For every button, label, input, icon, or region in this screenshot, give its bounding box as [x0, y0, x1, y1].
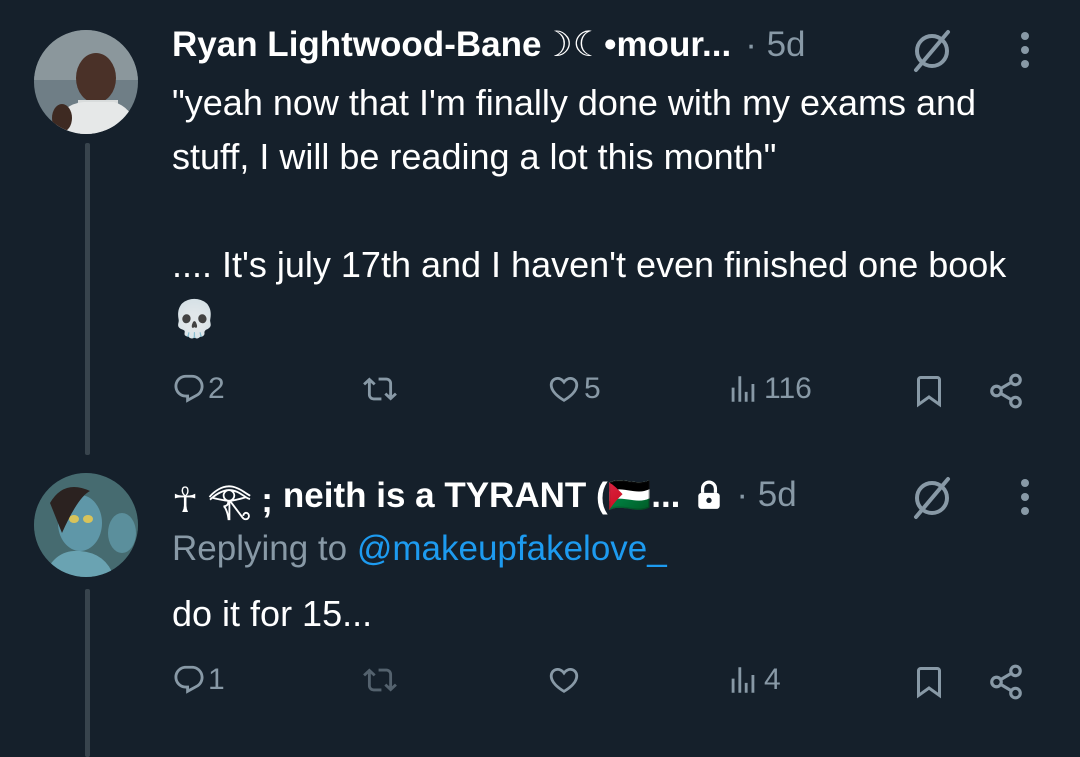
views-button[interactable]: 4 [726, 663, 781, 697]
share-button[interactable] [986, 663, 1026, 701]
action-bar: 1 4 [0, 663, 1080, 713]
replying-label: Replying to [172, 529, 348, 568]
like-icon [549, 376, 579, 402]
share-button[interactable] [986, 372, 1026, 410]
share-icon [990, 664, 1022, 700]
retweet-button[interactable] [360, 663, 400, 697]
timestamp[interactable]: · 5d [745, 25, 805, 65]
like-icon [549, 667, 579, 693]
views-count: 116 [764, 372, 812, 405]
reply-icon [174, 374, 204, 403]
lock-icon [698, 480, 721, 509]
like-button[interactable]: 5 [546, 372, 601, 406]
display-name[interactable]: Ryan Lightwood-Bane☽☾•mour... [172, 25, 731, 65]
replying-to: Replying to @makeupfakelove_ [172, 529, 667, 569]
grok-slash-icon[interactable] [906, 28, 958, 74]
retweet-icon [363, 377, 397, 401]
tweet-header: ☥ 𓂀 ; neith is a TYRANT (🇵🇸... · 5d [172, 475, 797, 520]
views-count: 4 [764, 663, 781, 696]
more-icon[interactable] [1015, 475, 1035, 519]
reply-count: 1 [208, 663, 225, 696]
avatar[interactable] [34, 30, 138, 134]
timestamp[interactable]: · 5d [736, 475, 796, 515]
reply-button[interactable]: 1 [172, 663, 225, 697]
bookmark-icon [917, 667, 941, 699]
tweet[interactable]: ☥ 𓂀 ; neith is a TYRANT (🇵🇸... · 5d Repl… [0, 455, 1080, 757]
retweet-button[interactable] [360, 372, 400, 406]
grok-slash-icon[interactable] [906, 475, 958, 521]
bookmark-button[interactable] [911, 372, 947, 410]
avatar[interactable] [34, 473, 138, 577]
views-icon [731, 376, 755, 402]
like-count: 5 [584, 372, 601, 405]
bookmark-icon [917, 376, 941, 408]
tweet-text: "yeah now that I'm finally done with my … [172, 82, 1007, 339]
replying-handle-link[interactable]: @makeupfakelove_ [357, 529, 667, 568]
views-button[interactable]: 116 [726, 372, 812, 406]
views-icon [731, 667, 755, 693]
retweet-icon [363, 668, 397, 692]
display-name[interactable]: neith is a TYRANT (🇵🇸... [283, 475, 681, 516]
name-prefix: ☥ 𓂀 ; [172, 480, 273, 520]
tweet-header: Ryan Lightwood-Bane☽☾•mour... · 5d [172, 25, 806, 65]
reply-icon [174, 665, 204, 694]
tweet-text: do it for 15... [172, 593, 373, 634]
reply-button[interactable]: 2 [172, 372, 225, 406]
share-icon [990, 373, 1022, 409]
more-icon[interactable] [1015, 28, 1035, 72]
tweet[interactable]: Ryan Lightwood-Bane☽☾•mour... · 5d "yeah… [0, 0, 1080, 455]
bookmark-button[interactable] [911, 663, 947, 701]
reply-count: 2 [208, 372, 225, 405]
like-button[interactable] [546, 663, 582, 697]
action-bar: 2 5 116 [0, 372, 1080, 422]
